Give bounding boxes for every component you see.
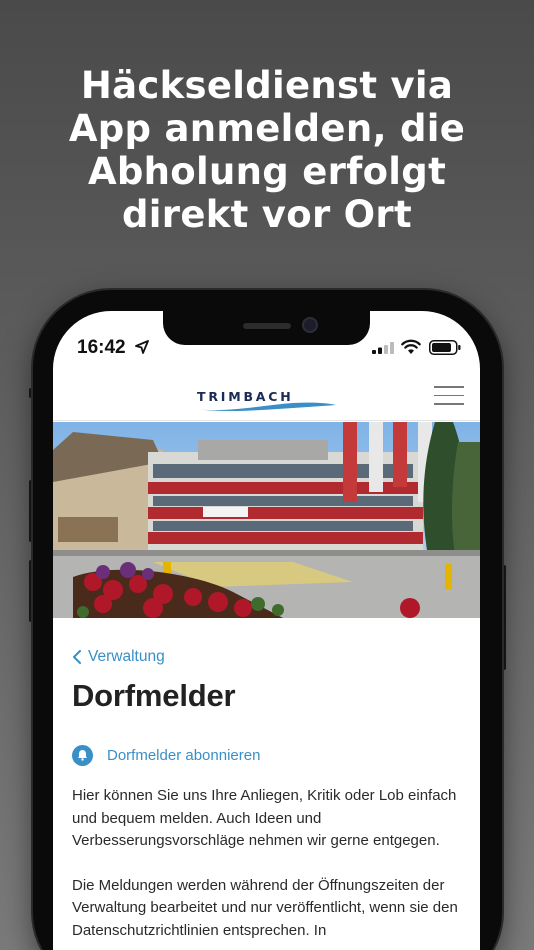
hero-image	[53, 422, 480, 618]
subscribe-button[interactable]: Dorfmelder abonnieren	[72, 743, 472, 767]
processing-paragraph: Die Meldungen werden während der Öffnung…	[72, 876, 458, 939]
headline-line-4: direkt vor Ort	[122, 193, 412, 236]
phone-screen: 16:42 TRIMBACH Verwaltung Dorfmelder Dor…	[53, 311, 480, 950]
wifi-icon	[401, 339, 421, 354]
signal-bars-icon	[372, 342, 394, 354]
chevron-left-icon	[73, 650, 81, 664]
trimbach-logo[interactable]: TRIMBACH	[193, 389, 338, 413]
page-title: Dorfmelder	[72, 678, 236, 713]
front-camera	[302, 317, 318, 333]
headline-line-3: Abholung erfolgt	[87, 150, 447, 193]
battery-icon	[429, 340, 461, 355]
speaker-grill	[243, 323, 291, 329]
logo-wave-icon	[193, 402, 336, 411]
app-navbar: TRIMBACH	[53, 371, 480, 421]
page-content: Verwaltung Dorfmelder Dorfmelder abonnie…	[72, 646, 472, 942]
intro-paragraph: Hier können Sie uns Ihre Anliegen, Kriti…	[72, 787, 457, 849]
notch	[163, 311, 370, 345]
headline-line-2: App anmelden, die	[68, 107, 466, 150]
headline-line-1: Häckseldienst via	[80, 64, 454, 107]
hamburger-menu-icon[interactable]	[434, 386, 464, 408]
back-link-verwaltung[interactable]: Verwaltung	[72, 646, 472, 668]
subscribe-label: Dorfmelder abonnieren	[107, 746, 261, 764]
back-link-label: Verwaltung	[88, 648, 165, 665]
location-arrow-icon	[135, 340, 149, 354]
status-time: 16:42	[77, 337, 126, 358]
bell-icon	[72, 744, 93, 766]
promo-headline: Häckseldienst via App anmelden, die Abho…	[0, 64, 534, 236]
